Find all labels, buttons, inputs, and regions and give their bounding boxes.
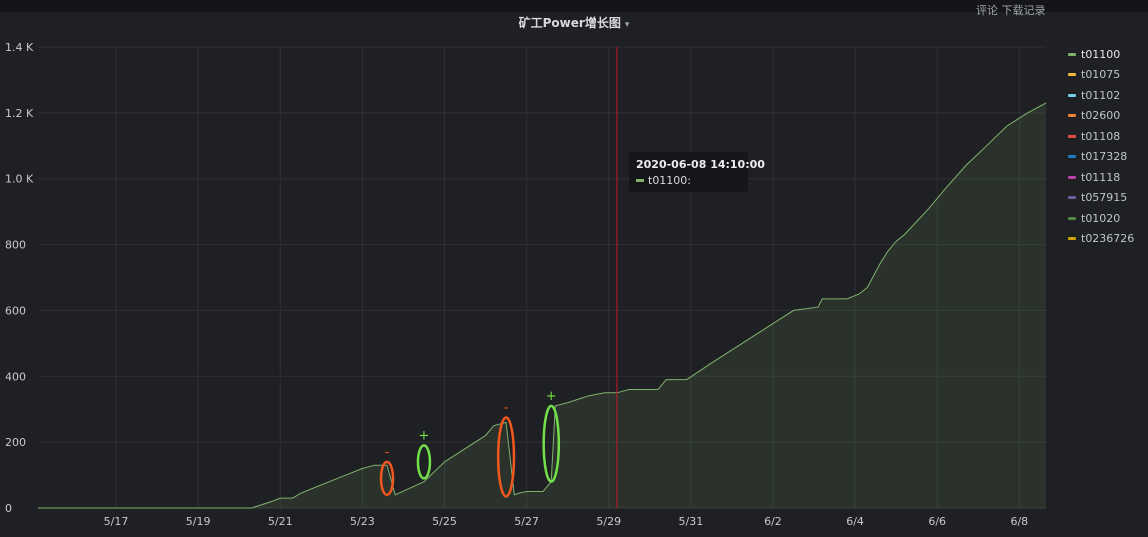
annotation-sign: -: [504, 400, 509, 415]
hover-tooltip: 2020-06-08 14:10:00 t01100:: [629, 152, 765, 192]
legend-label: t0236726: [1081, 232, 1135, 246]
x-tick-label: 5/29: [596, 515, 621, 528]
y-tick-label: 0: [5, 502, 12, 515]
y-axis: 0 200 400 600 800 1.0 K 1.2 K 1.4 K: [5, 41, 34, 515]
legend-label: t01075: [1081, 68, 1121, 82]
tooltip-series-row: t01100:: [636, 174, 741, 187]
x-tick-label: 5/21: [268, 515, 293, 528]
x-tick-label: 6/8: [1010, 515, 1028, 528]
legend: t01100 t01075 t01102 t02600 t01108 t017328 t01…: [1068, 44, 1134, 249]
tooltip-time: 2020-06-08 14:10:00: [636, 158, 765, 171]
legend-label: t01020: [1081, 211, 1121, 225]
legend-swatch: [1068, 196, 1076, 200]
annotation-sign: +: [419, 428, 430, 443]
legend-swatch: [1068, 114, 1076, 118]
legend-label: t01102: [1081, 88, 1121, 102]
x-tick-label: 5/27: [514, 515, 539, 528]
legend-item-t057915[interactable]: t057915: [1068, 188, 1134, 209]
annotation-ellipse: [416, 444, 432, 480]
x-tick-label: 6/4: [846, 515, 864, 528]
series-layer: [38, 102, 1047, 509]
legend-item-t01118[interactable]: t01118: [1068, 167, 1134, 188]
legend-swatch: [1068, 134, 1076, 138]
y-tick-label: 200: [5, 436, 26, 449]
y-tick-label: 1.2 K: [5, 107, 34, 120]
legend-swatch: [1068, 52, 1076, 56]
legend-item-t01102[interactable]: t01102: [1068, 85, 1134, 106]
legend-swatch: [1068, 155, 1076, 159]
legend-label: t057915: [1081, 191, 1128, 205]
legend-item-t01075[interactable]: t01075: [1068, 65, 1134, 86]
legend-label: t01108: [1081, 129, 1121, 143]
legend-label: t01100: [1081, 47, 1121, 61]
legend-item-t02600[interactable]: t02600: [1068, 106, 1134, 127]
y-tick-label: 1.4 K: [5, 41, 34, 54]
x-tick-label: 6/2: [764, 515, 782, 528]
x-axis: 5/17 5/19 5/21 5/23 5/25 5/27 5/29 5/31 6/2 6/4 6/…: [104, 515, 1029, 528]
chart-plot[interactable]: 0 200 400 600 800 1.0 K 1.2 K 1.4 K 5/17 5/19 5/2…: [0, 0, 1148, 537]
legend-label: t01118: [1081, 170, 1121, 184]
x-tick-label: 5/23: [350, 515, 375, 528]
y-tick-label: 800: [5, 239, 26, 252]
legend-item-t0236726[interactable]: t0236726: [1068, 229, 1134, 250]
annotation-sign: -: [385, 445, 390, 460]
y-tick-label: 600: [5, 304, 26, 317]
series-area-t01100: [38, 103, 1046, 508]
x-tick-label: 5/17: [104, 515, 129, 528]
legend-label: t017328: [1081, 150, 1128, 164]
legend-swatch: [1068, 175, 1076, 179]
legend-label: t02600: [1081, 109, 1121, 123]
x-tick-label: 5/31: [678, 515, 703, 528]
legend-item-t01020[interactable]: t01020: [1068, 208, 1134, 229]
tooltip-series-label: t01100:: [648, 174, 692, 187]
legend-swatch: [1068, 93, 1076, 97]
y-tick-label: 400: [5, 370, 26, 383]
x-tick-label: 5/25: [432, 515, 457, 528]
legend-item-t01108[interactable]: t01108: [1068, 126, 1134, 147]
legend-swatch: [1068, 216, 1076, 220]
annotation-sign: +: [546, 389, 557, 404]
legend-item-t01100[interactable]: t01100: [1068, 44, 1134, 65]
tooltip-series-swatch: [636, 179, 644, 182]
legend-swatch: [1068, 73, 1076, 77]
y-tick-label: 1.0 K: [5, 173, 34, 186]
x-tick-label: 5/19: [186, 515, 211, 528]
x-tick-label: 6/6: [928, 515, 946, 528]
legend-item-t017328[interactable]: t017328: [1068, 147, 1134, 168]
legend-swatch: [1068, 237, 1076, 241]
